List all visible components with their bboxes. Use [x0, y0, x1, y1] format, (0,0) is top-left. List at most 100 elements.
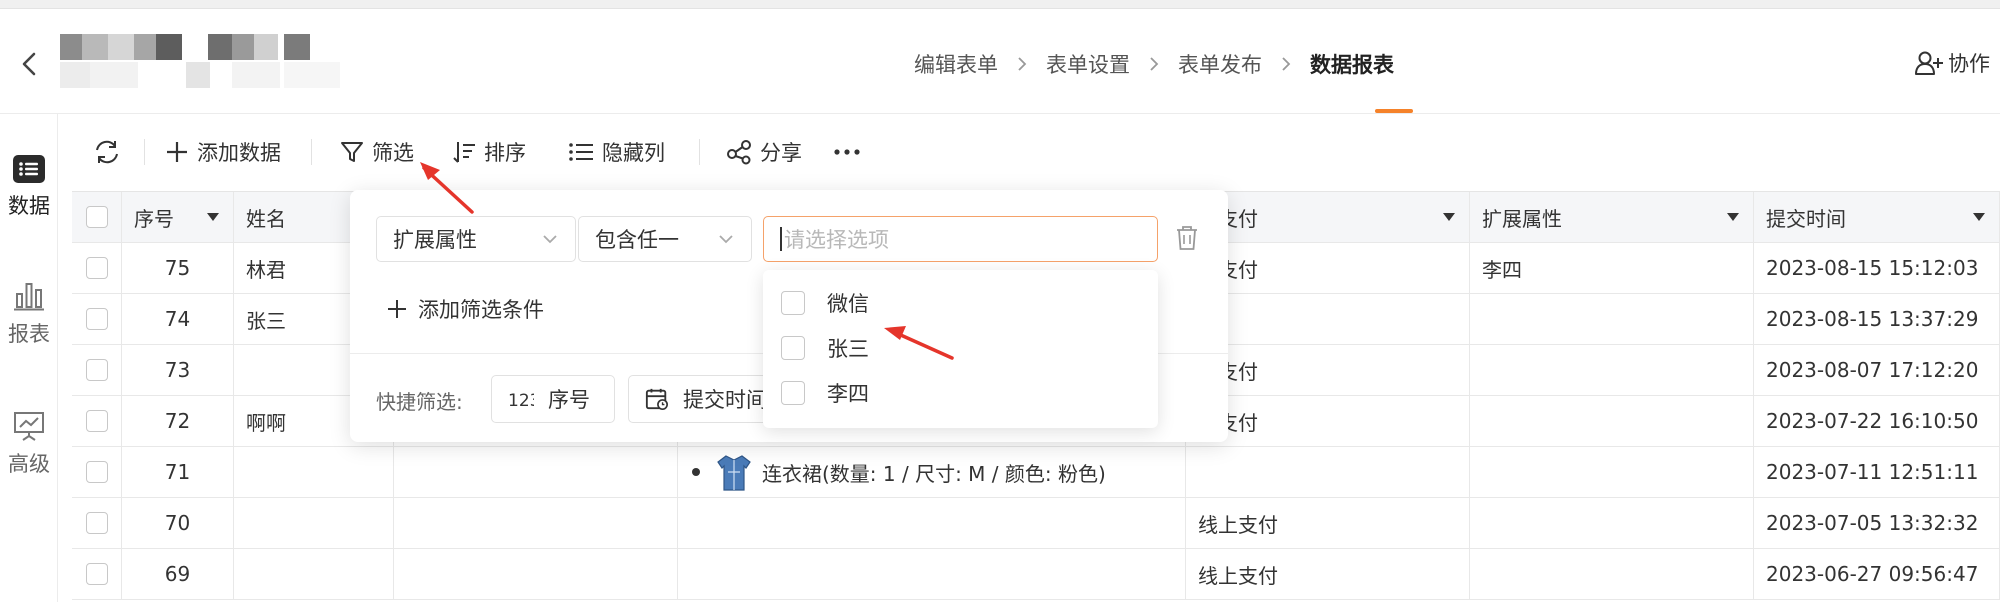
sidebar-label-advanced: 高级 — [8, 452, 50, 476]
cell-submit-time: 2023-08-07 17:12:20 — [1754, 345, 2000, 395]
row-select-cell — [72, 549, 122, 599]
step-data-report[interactable]: 数据报表 — [1310, 49, 1394, 79]
cell-ext-attr — [1470, 294, 1754, 344]
option-checkbox[interactable] — [781, 291, 805, 315]
share-button[interactable]: 分享 — [726, 137, 802, 167]
cell-payment — [1186, 294, 1470, 344]
bar-chart-icon — [14, 283, 44, 311]
cell-order — [678, 498, 1186, 548]
sidebar-item-advanced[interactable]: 高级 — [0, 410, 58, 478]
hide-columns-button[interactable]: 隐藏列 — [568, 137, 665, 167]
order-item-text: 连衣裙(数量: 1 / 尺寸: M / 颜色: 粉色) — [762, 461, 1106, 486]
sidebar-item-data[interactable]: 数据 — [0, 154, 58, 220]
cell-seq: 73 — [122, 345, 234, 395]
option-lisi[interactable]: 李四 — [781, 378, 869, 408]
collab-button[interactable]: 协作 — [1914, 48, 1990, 78]
filter-value-input[interactable]: 请选择选项 — [763, 216, 1158, 262]
option-zhangsan[interactable]: 张三 — [781, 333, 869, 363]
quick-filter-submit-time-label: 提交时间 — [683, 388, 767, 412]
table-row[interactable]: 70 线上支付 2023-07-05 13:32:32 — [72, 498, 2000, 549]
quick-filter-seq[interactable]: 123 序号 — [491, 375, 615, 423]
column-header-seq[interactable]: 序号 — [122, 192, 234, 242]
filter-operator-select[interactable]: 包含任一 — [578, 216, 752, 262]
sidebar-label-report: 报表 — [8, 322, 50, 346]
option-checkbox[interactable] — [781, 336, 805, 360]
hide-columns-label: 隐藏列 — [602, 141, 665, 165]
filter-field-value: 扩展属性 — [393, 228, 477, 252]
more-icon[interactable] — [834, 147, 860, 157]
caret-down-icon[interactable] — [1973, 213, 1985, 221]
presentation-icon — [14, 412, 44, 441]
cell-submit-time: 2023-08-15 15:12:03 — [1754, 243, 2000, 293]
row-checkbox[interactable] — [85, 359, 108, 381]
browser-edge — [0, 0, 2000, 9]
row-checkbox[interactable] — [85, 512, 108, 534]
row-checkbox[interactable] — [85, 308, 108, 330]
cell-empty — [394, 447, 678, 497]
row-checkbox[interactable] — [85, 461, 108, 483]
column-header-payment[interactable]: 何支付 — [1186, 192, 1470, 242]
cell-payment: 上支付 — [1186, 396, 1470, 446]
columns-list-icon — [569, 143, 593, 161]
back-arrow-icon[interactable] — [18, 48, 42, 80]
step-form-settings[interactable]: 表单设置 — [1046, 49, 1130, 79]
chevron-down-icon — [719, 235, 733, 244]
option-checkbox[interactable] — [781, 381, 805, 405]
sidebar-item-report[interactable]: 报表 — [0, 280, 58, 348]
cell-seq: 71 — [122, 447, 234, 497]
row-select-cell — [72, 294, 122, 344]
row-select-cell — [72, 345, 122, 395]
cell-name — [234, 447, 394, 497]
add-filter-condition-button[interactable]: 添加筛选条件 — [386, 294, 544, 324]
cell-order: 连衣裙(数量: 1 / 尺寸: M / 颜色: 粉色) — [678, 447, 1186, 497]
select-all-checkbox[interactable] — [85, 206, 108, 228]
bullet-dot — [692, 468, 700, 476]
table-row[interactable]: 69 线上支付 2023-06-27 09:56:47 — [72, 549, 2000, 600]
caret-down-icon[interactable] — [207, 213, 219, 221]
row-select-cell — [72, 243, 122, 293]
row-select-cell — [72, 447, 122, 497]
filter-icon — [341, 142, 363, 162]
table-row[interactable]: 71 连衣裙(数量: 1 / 尺寸: M / 颜色: 粉色) 2023-07-1… — [72, 447, 2000, 498]
cell-payment — [1186, 447, 1470, 497]
cell-empty — [394, 549, 678, 599]
plus-icon — [167, 142, 187, 162]
cell-submit-time: 2023-07-05 13:32:32 — [1754, 498, 2000, 548]
sidebar-label-data: 数据 — [8, 194, 50, 218]
caret-down-icon[interactable] — [1727, 213, 1739, 221]
annotation-arrow-icon — [420, 162, 474, 214]
refresh-icon[interactable] — [92, 138, 122, 166]
toolbar-divider — [311, 139, 312, 165]
filter-field-select[interactable]: 扩展属性 — [376, 216, 576, 262]
quick-filter-submit-time[interactable]: 提交时间 — [628, 375, 768, 423]
cell-ext-attr — [1470, 396, 1754, 446]
cell-ext-attr — [1470, 345, 1754, 395]
step-edit-form[interactable]: 编辑表单 — [914, 49, 998, 79]
chevron-right-icon — [1262, 56, 1310, 72]
option-wechat[interactable]: 微信 — [781, 288, 869, 318]
filter-operator-value: 包含任一 — [595, 228, 679, 252]
column-header-submit-time[interactable]: 提交时间 — [1754, 192, 2000, 242]
sort-label: 排序 — [484, 141, 526, 165]
step-form-publish[interactable]: 表单发布 — [1178, 49, 1262, 79]
select-all-cell — [72, 192, 122, 242]
row-select-cell — [72, 498, 122, 548]
option-label: 张三 — [827, 337, 869, 361]
chevron-right-icon — [1130, 56, 1178, 72]
cell-seq: 74 — [122, 294, 234, 344]
caret-down-icon[interactable] — [1443, 213, 1455, 221]
filter-value-placeholder: 请选择选项 — [784, 228, 889, 252]
collab-label: 协作 — [1948, 52, 1990, 76]
row-checkbox[interactable] — [85, 563, 108, 585]
row-select-cell — [72, 396, 122, 446]
cell-ext-attr: 李四 — [1470, 243, 1754, 293]
add-data-button[interactable]: 添加数据 — [165, 137, 281, 167]
cell-ext-attr — [1470, 549, 1754, 599]
trash-icon[interactable] — [1174, 224, 1200, 252]
row-checkbox[interactable] — [85, 257, 108, 279]
share-label: 分享 — [760, 141, 802, 165]
row-checkbox[interactable] — [85, 410, 108, 432]
column-header-ext-attr[interactable]: 扩展属性 — [1470, 192, 1754, 242]
cell-submit-time: 2023-07-11 12:51:11 — [1754, 447, 2000, 497]
filter-button[interactable]: 筛选 — [340, 137, 414, 167]
